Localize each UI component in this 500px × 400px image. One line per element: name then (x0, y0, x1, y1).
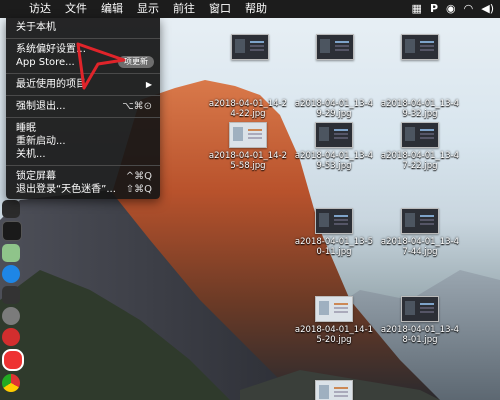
app-icon-music[interactable] (2, 286, 20, 304)
menu-item-label: 关于本机 (16, 22, 56, 33)
file-name: a2018-04-01_14-2 5-58.jpg (208, 151, 288, 171)
menu-item-label: 锁定屏幕 (16, 171, 56, 182)
menu-window[interactable]: 窗口 (202, 0, 238, 18)
menu-separator (6, 165, 160, 166)
app-icon-yandex[interactable] (2, 349, 24, 371)
file-name: a2018-04-01_13-4 9-29.jpg (294, 99, 374, 119)
volume-icon[interactable]: ◀) (481, 0, 494, 18)
file-thumbnail (401, 122, 439, 148)
desktop-file[interactable]: a2018-04-01_14-2 5-58.jpg (208, 122, 288, 171)
file-name: a2018-04-01_13-4 9-53.jpg (294, 151, 374, 171)
app-icon-preferences[interactable] (2, 307, 20, 325)
menu-item-restart[interactable]: 重新启动... (6, 135, 160, 148)
app-icon-dark-1[interactable] (2, 200, 20, 218)
desktop-file[interactable] (380, 34, 460, 63)
menu-view[interactable]: 显示 (130, 0, 166, 18)
file-name: a2018-04-01_13-4 9-32.jpg (380, 99, 460, 119)
red-arrow-annotation-icon (76, 42, 126, 90)
file-name: a2018-04-01_14-2 4-22.jpg (208, 99, 288, 119)
menu-item-label: 重新启动... (16, 136, 66, 147)
menu-item-label: 关机... (16, 149, 46, 160)
file-thumbnail (316, 34, 354, 60)
desktop-file[interactable] (210, 34, 290, 63)
desktop-file[interactable]: a2018-04-01_13-4 7-22.jpg (380, 122, 460, 171)
app-icon-terminal[interactable] (2, 221, 22, 241)
menu-bar: 访达 文件 编辑 显示 前往 窗口 帮助 ▦ P ◉ ◠ ◀) (0, 0, 500, 18)
desktop-file[interactable]: a2018-04-01_13-4 9-53.jpg (294, 122, 374, 171)
desktop-file[interactable] (294, 380, 374, 400)
menu-item-force-quit[interactable]: 强制退出... ⌥⌘⊙ (6, 100, 160, 113)
file-thumbnail (315, 296, 353, 322)
app-icon-app-store[interactable] (2, 265, 20, 283)
desktop-file[interactable]: a2018-04-01_14-1 5-20.jpg (294, 296, 374, 345)
menu-separator (6, 117, 160, 118)
menu-shortcut: ⇧⌘Q (125, 184, 152, 195)
file-thumbnail (229, 122, 267, 148)
menu-item-label: 退出登录“天色迷香”... (16, 184, 116, 195)
menu-item-label: 睡眠 (16, 123, 36, 134)
desktop-file[interactable]: a2018-04-01_13-5 0-11.jpg (294, 208, 374, 257)
desktop-file[interactable]: a2018-04-01_13-4 8-01.jpg (380, 296, 460, 345)
wifi-icon[interactable]: ◠ (464, 0, 474, 18)
desktop-file[interactable] (295, 34, 375, 63)
app-icon-maps[interactable] (2, 244, 20, 262)
wechat-icon[interactable]: ◉ (446, 0, 456, 18)
file-thumbnail (231, 34, 269, 60)
status-tray: ▦ P ◉ ◠ ◀) (412, 0, 500, 18)
file-thumbnail (315, 208, 353, 234)
app-icon-chrome[interactable] (2, 374, 20, 392)
desktop-file[interactable]: a2018-04-01_13-4 7-44.jpg (380, 208, 460, 257)
file-thumbnail (315, 380, 353, 400)
menu-item-lock-screen[interactable]: 锁定屏幕 ^⌘Q (6, 170, 160, 183)
dock (0, 200, 24, 400)
p-icon[interactable]: P (430, 0, 438, 18)
menu-item-sleep[interactable]: 睡眠 (6, 122, 160, 135)
desktop-file[interactable]: a2018-04-01_13-4 9-32.jpg (380, 70, 460, 119)
menu-edit[interactable]: 编辑 (94, 0, 130, 18)
file-thumbnail (315, 122, 353, 148)
file-name: a2018-04-01_13-4 7-22.jpg (380, 151, 460, 171)
file-name: a2018-04-01_14-1 5-20.jpg (294, 325, 374, 345)
grid-icon[interactable]: ▦ (412, 0, 422, 18)
menu-shortcut: ⌥⌘⊙ (122, 101, 152, 112)
menu-item-about[interactable]: 关于本机 (6, 21, 160, 34)
menu-item-shutdown[interactable]: 关机... (6, 148, 160, 161)
desktop-file[interactable]: a2018-04-01_14-2 4-22.jpg (208, 70, 288, 119)
file-name: a2018-04-01_13-4 8-01.jpg (380, 325, 460, 345)
file-thumbnail (401, 208, 439, 234)
app-icon-netease[interactable] (2, 328, 20, 346)
submenu-arrow-icon: ▶ (145, 80, 152, 89)
desktop-file[interactable]: a2018-04-01_13-4 9-29.jpg (294, 70, 374, 119)
menu-shortcut: ^⌘Q (125, 171, 152, 182)
menu-help[interactable]: 帮助 (238, 0, 274, 18)
desktop: 访达 文件 编辑 显示 前往 窗口 帮助 ▦ P ◉ ◠ ◀) 关于本机 系统偏… (0, 0, 500, 400)
menu-item-log-out[interactable]: 退出登录“天色迷香”... ⇧⌘Q (6, 183, 160, 196)
menu-finder[interactable]: 访达 (22, 0, 58, 18)
menu-go[interactable]: 前往 (166, 0, 202, 18)
file-thumbnail (401, 296, 439, 322)
menu-file[interactable]: 文件 (58, 0, 94, 18)
file-name: a2018-04-01_13-5 0-11.jpg (294, 237, 374, 257)
file-thumbnail (401, 34, 439, 60)
menu-item-label: 强制退出... (16, 101, 66, 112)
file-name: a2018-04-01_13-4 7-44.jpg (380, 237, 460, 257)
